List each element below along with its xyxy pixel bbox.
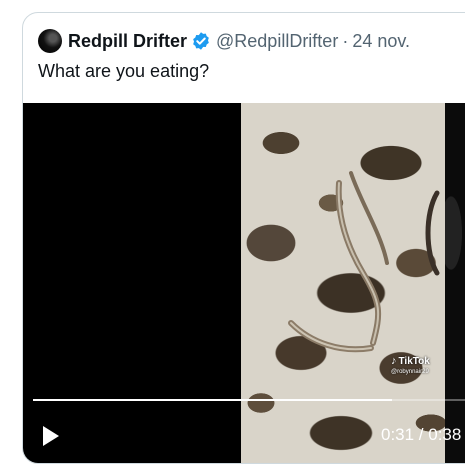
tiktok-brand: TikTok xyxy=(398,355,430,367)
video-frame-edge xyxy=(445,103,465,463)
video-progress-bar[interactable] xyxy=(33,399,465,401)
verified-badge-icon xyxy=(193,32,209,50)
user-handle[interactable]: @RedpillDrifter xyxy=(216,31,338,52)
display-name[interactable]: Redpill Drifter xyxy=(68,31,187,52)
tiktok-watermark: ♪ TikTok xyxy=(391,355,430,367)
avatar[interactable] xyxy=(38,29,62,53)
tweet-text: What are you eating? xyxy=(38,61,210,81)
tweet-card[interactable]: Redpill Drifter @RedpillDrifter · 24 nov… xyxy=(22,12,465,464)
tiktok-icon: ♪ xyxy=(391,355,397,367)
tweet-header: Redpill Drifter @RedpillDrifter · 24 nov… xyxy=(38,27,410,55)
video-player[interactable]: ♪ TikTok @robynnair29 0:31 / 0:38 xyxy=(23,103,465,463)
tiktok-username: @robynnair29 xyxy=(391,369,429,375)
tweet-date[interactable]: 24 nov. xyxy=(352,31,410,52)
video-frame xyxy=(241,103,445,463)
worm-image xyxy=(288,171,440,353)
separator-dot: · xyxy=(342,30,349,51)
video-time: 0:31 / 0:38 xyxy=(381,425,462,444)
video-progress-fill xyxy=(33,399,393,401)
play-icon[interactable] xyxy=(37,423,63,449)
